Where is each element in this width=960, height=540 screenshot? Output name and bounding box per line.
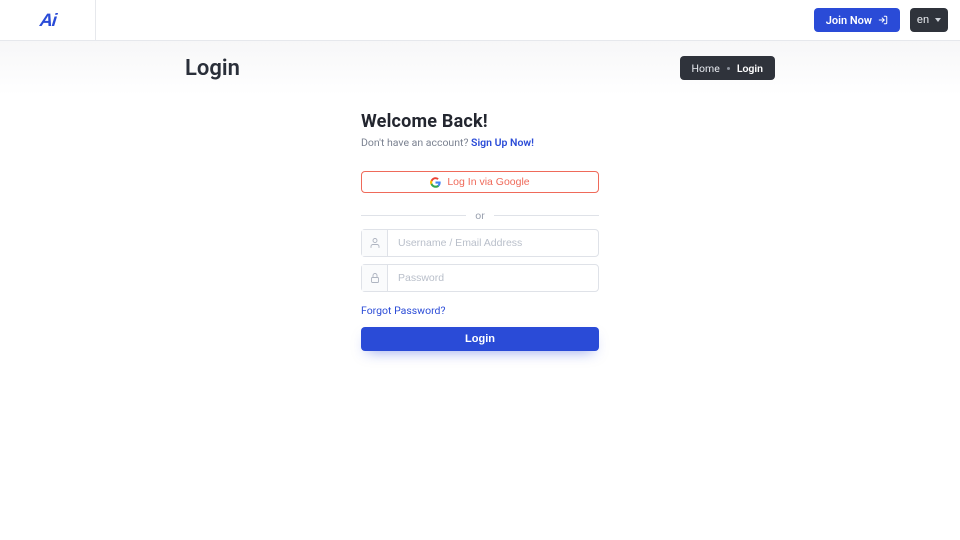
breadcrumb: Home Login xyxy=(680,56,775,80)
login-arrow-icon xyxy=(878,15,888,25)
login-panel: Welcome Back! Don't have an account? Sig… xyxy=(361,111,599,351)
google-icon xyxy=(430,177,441,188)
password-input[interactable] xyxy=(388,265,598,291)
page-hero: Login Home Login xyxy=(0,41,960,95)
welcome-heading: Welcome Back! xyxy=(361,111,599,132)
user-icon xyxy=(362,230,388,256)
breadcrumb-home[interactable]: Home xyxy=(692,62,720,75)
logo-ai-icon: Ai xyxy=(38,10,56,31)
language-label: en xyxy=(917,14,929,26)
password-field xyxy=(361,264,599,292)
chevron-down-icon xyxy=(935,18,941,22)
google-login-label: Log In via Google xyxy=(447,176,529,188)
or-label: or xyxy=(466,209,494,222)
lock-icon xyxy=(362,265,388,291)
breadcrumb-current: Login xyxy=(737,62,763,75)
logo[interactable]: Ai xyxy=(0,0,96,41)
divider-or: or xyxy=(361,209,599,222)
signup-prompt: Don't have an account? Sign Up Now! xyxy=(361,136,599,149)
join-now-label: Join Now xyxy=(826,14,872,27)
top-bar: Ai Join Now en xyxy=(0,0,960,41)
no-account-text: Don't have an account? xyxy=(361,136,471,149)
username-field xyxy=(361,229,599,257)
page-title: Login xyxy=(185,56,240,81)
language-select[interactable]: en xyxy=(910,8,948,32)
login-button-label: Login xyxy=(465,333,495,345)
signup-link[interactable]: Sign Up Now! xyxy=(471,136,534,149)
forgot-password-link[interactable]: Forgot Password? xyxy=(361,304,445,317)
forgot-wrap: Forgot Password? xyxy=(361,304,599,317)
login-button[interactable]: Login xyxy=(361,327,599,351)
google-login-button[interactable]: Log In via Google xyxy=(361,171,599,193)
username-input[interactable] xyxy=(388,230,598,256)
breadcrumb-separator-icon xyxy=(727,67,730,70)
join-now-button[interactable]: Join Now xyxy=(814,8,900,32)
